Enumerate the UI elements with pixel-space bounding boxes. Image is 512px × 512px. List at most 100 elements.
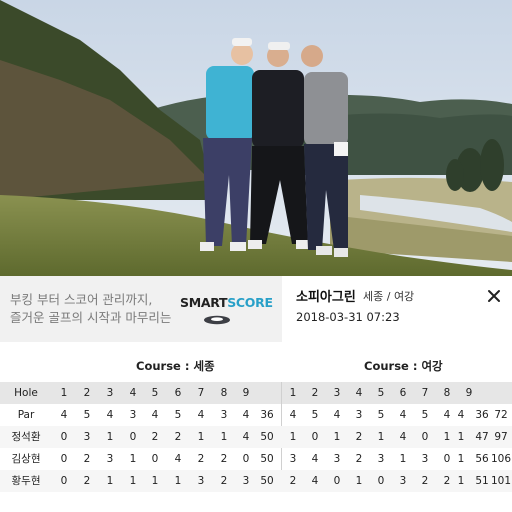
hole-number-back-1: 1 [289, 387, 297, 399]
score-front-cell: 4 [106, 409, 114, 421]
score-front-cell: 4 [60, 409, 68, 421]
brand-text-smart: SMART [180, 295, 228, 310]
player-name: 김상현 [11, 453, 41, 465]
score-front-cell: 2 [174, 431, 182, 443]
score-front-cell: 2 [83, 453, 91, 465]
score-front-cell: 1 [151, 475, 159, 487]
score-front-cell: 5 [83, 409, 91, 421]
back-last-hole-cell: 1 [457, 431, 465, 443]
hole-label: Hole [14, 387, 38, 399]
player-row: 황두현 0 2 1 1 1 1 3 2 3 50 2 4 0 1 0 3 2 2 1 51 101 [0, 470, 512, 492]
score-back-cell: 0 [311, 431, 319, 443]
course-combination: 세종 / 여강 [363, 290, 415, 303]
score-back-cell: 3 [355, 409, 363, 421]
score-back-cell: 5 [311, 409, 319, 421]
score-back-cell: 1 [399, 453, 407, 465]
hole-number-front-2: 2 [83, 387, 91, 399]
score-back-cell: 4 [399, 431, 407, 443]
score-back-cell: 3 [377, 453, 385, 465]
back-last-hole-cell: 1 [457, 475, 465, 487]
score-front-cell: 3 [242, 475, 250, 487]
score-front-cell: 1 [106, 431, 114, 443]
score-front-cell: 1 [197, 431, 205, 443]
promo-banner: 부킹 부터 스코어 관리까지, 즐거운 골프의 시작과 마무리는 SMARTSC… [0, 276, 282, 342]
score-back-cell: 3 [399, 475, 407, 487]
grand-total-cell: 72 [494, 409, 508, 421]
score-back-cell: 2 [289, 475, 297, 487]
course-name: 소피아그린 [296, 290, 356, 305]
hole-number-front-7: 7 [197, 387, 205, 399]
hole-header-row: Hole 1 2 3 4 5 6 7 8 9 1 2 3 4 5 6 7 8 9 [0, 382, 512, 404]
score-front-cell: 5 [174, 409, 182, 421]
score-back-cell: 4 [289, 409, 297, 421]
score-back-cell: 2 [355, 453, 363, 465]
hole-number-front-1: 1 [60, 387, 68, 399]
score-back-cell: 4 [311, 453, 319, 465]
player-name: 황두현 [11, 475, 41, 487]
score-back-cell: 0 [333, 475, 341, 487]
score-back-cell: 0 [377, 475, 385, 487]
score-front-cell: 3 [220, 409, 228, 421]
hole-number-back-5: 5 [377, 387, 385, 399]
score-front-cell: 4 [151, 409, 159, 421]
round-info-bar: 부킹 부터 스코어 관리까지, 즐거운 골프의 시작과 마무리는 SMARTSC… [0, 276, 512, 342]
score-front-cell: 0 [151, 453, 159, 465]
score-back-cell: 5 [377, 409, 385, 421]
score-back-cell: 5 [421, 409, 429, 421]
hole-number-front-8: 8 [220, 387, 228, 399]
golf-photo-illustration [0, 0, 512, 276]
score-front-cell: 4 [242, 409, 250, 421]
hole-number-front-5: 5 [151, 387, 159, 399]
promo-line-2: 즐거운 골프의 시작과 마무리는 [10, 310, 172, 325]
golf-course-photo [0, 0, 512, 276]
score-front-cell: 0 [60, 431, 68, 443]
score-front-cell: 3 [129, 409, 137, 421]
back-last-hole-cell: 4 [457, 409, 465, 421]
score-front-cell: 0 [129, 431, 137, 443]
score-front-cell: 1 [129, 453, 137, 465]
player-row: 김상현 0 2 3 1 0 4 2 2 0 50 3 4 3 2 3 1 3 0 1 56 106 [0, 448, 512, 470]
par-row: Par 4 5 4 3 4 5 4 3 4 36 4 5 4 3 5 4 5 4 4 36 72 [0, 404, 512, 426]
score-front-cell: 1 [129, 475, 137, 487]
score-front-cell: 3 [83, 431, 91, 443]
smartscore-logo-mark-icon [204, 315, 230, 325]
course-back-title: Course : 여강 [364, 359, 443, 373]
score-share-card: 부킹 부터 스코어 관리까지, 즐거운 골프의 시작과 마무리는 SMARTSC… [0, 0, 512, 512]
score-front-cell: 2 [83, 475, 91, 487]
smartscore-logo: SMARTSCORE [180, 295, 273, 310]
front-total-cell: 36 [260, 409, 274, 421]
hole-number-back-4: 4 [355, 387, 363, 399]
score-front-cell: 4 [197, 409, 205, 421]
close-icon[interactable] [484, 286, 504, 306]
hole-number-back-9: 9 [465, 387, 473, 399]
score-front-cell: 2 [220, 475, 228, 487]
brand-text-score: SCORE [227, 295, 273, 310]
grand-total-cell: 97 [494, 431, 508, 443]
score-back-cell: 1 [289, 431, 297, 443]
front-total-cell: 50 [260, 453, 274, 465]
back-last-hole-cell: 1 [457, 453, 465, 465]
scorecard: Course : 세종 Course : 여강 Hole 1 2 3 4 5 6 7 8 9 1 2… [0, 342, 512, 512]
promo-text: 부킹 부터 스코어 관리까지, 즐거운 골프의 시작과 마무리는 [10, 291, 171, 327]
hole-number-back-2: 2 [311, 387, 319, 399]
score-front-cell: 2 [197, 453, 205, 465]
hole-number-back-6: 6 [399, 387, 407, 399]
score-back-cell: 0 [421, 431, 429, 443]
score-back-cell: 4 [399, 409, 407, 421]
front-total-cell: 50 [260, 431, 274, 443]
hole-number-front-3: 3 [106, 387, 114, 399]
score-front-cell: 0 [242, 453, 250, 465]
score-back-cell: 3 [333, 453, 341, 465]
grand-total-cell: 101 [490, 475, 512, 487]
score-back-cell: 4 [311, 475, 319, 487]
hole-number-front-4: 4 [129, 387, 137, 399]
score-front-cell: 1 [174, 475, 182, 487]
score-front-cell: 2 [220, 453, 228, 465]
hole-number-back-7: 7 [421, 387, 429, 399]
hole-number-front-9: 9 [242, 387, 250, 399]
hole-number-front-6: 6 [174, 387, 182, 399]
score-back-cell: 2 [355, 431, 363, 443]
score-back-cell: 1 [355, 475, 363, 487]
score-back-cell: 1 [333, 431, 341, 443]
score-back-cell: 1 [377, 431, 385, 443]
